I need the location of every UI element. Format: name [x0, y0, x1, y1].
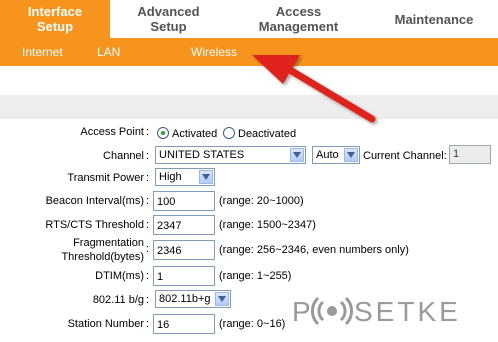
- svg-text:SETKE: SETKE: [354, 296, 461, 327]
- annotation-arrow-icon: [252, 55, 376, 123]
- svg-text:P: P: [292, 296, 311, 327]
- posetke-watermark-logo: P SETKE: [292, 296, 461, 327]
